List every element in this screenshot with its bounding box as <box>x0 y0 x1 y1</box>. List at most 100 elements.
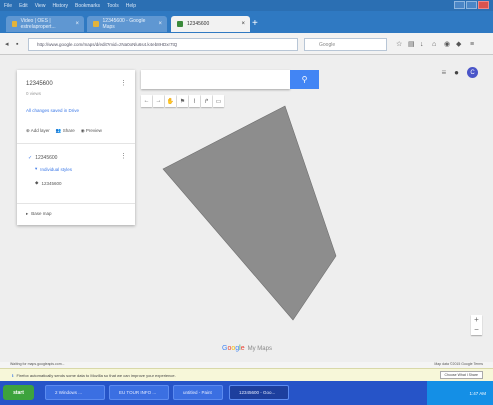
avatar[interactable]: C <box>467 67 478 78</box>
start-label: start <box>13 389 24 396</box>
menu-tools[interactable]: Tools <box>107 3 119 9</box>
menu-help[interactable]: Help <box>126 3 136 9</box>
taskbar-item-windows[interactable]: 2 Windows ... <box>45 385 105 400</box>
map-options-icon[interactable]: ⋮ <box>120 80 127 87</box>
hamburger-menu-icon[interactable]: ≡ <box>470 41 477 48</box>
apps-grid-icon[interactable]: ≡ <box>441 68 446 77</box>
base-map-toggle[interactable]: ▸ Base map <box>26 211 52 217</box>
panel-actions: ⊕ Add layer 👥 Share ◉ Preview <box>26 128 102 134</box>
windows-taskbar: start 2 Windows ... EU TOUR INFO ... unt… <box>0 381 493 405</box>
info-icon: ℹ <box>12 372 14 378</box>
preview-button[interactable]: ◉ Preview <box>81 128 102 134</box>
drawn-polygon[interactable] <box>162 105 337 321</box>
menu-bookmarks[interactable]: Bookmarks <box>75 3 100 9</box>
route-icon[interactable]: ↱ <box>201 95 212 107</box>
menu-bar: File Edit View History Bookmarks Tools H… <box>0 0 493 11</box>
clock[interactable]: 1:47 AM <box>469 391 486 396</box>
notifications-icon[interactable]: ● <box>454 68 459 77</box>
tab-close-icon[interactable]: × <box>241 21 245 27</box>
tab-label: 12345600 - Google Maps <box>102 18 146 30</box>
search-icon: ⚲ <box>301 75 308 84</box>
menu-view[interactable]: View <box>35 3 46 9</box>
add-layer-icon: ⊕ <box>26 128 30 133</box>
tab-bar: Video | OES | estrelapropert... × 123456… <box>0 11 493 33</box>
menu-edit[interactable]: Edit <box>19 3 28 9</box>
share-label: Share <box>62 128 75 133</box>
taskbar-item-label: 2 Windows ... <box>55 390 83 395</box>
feature-label: 12345600 <box>41 180 62 186</box>
marker-icon[interactable]: ⚑ <box>177 95 188 107</box>
map-views: 0 views <box>26 91 42 96</box>
choose-what-i-share-button[interactable]: Choose What I Share <box>439 371 483 379</box>
tab-close-icon[interactable]: × <box>158 21 162 27</box>
maximize-button[interactable] <box>466 1 477 9</box>
layer-options-icon[interactable]: ⋮ <box>120 153 127 160</box>
new-tab-button[interactable]: + <box>252 19 264 30</box>
back-icon[interactable]: ◂ <box>5 41 12 48</box>
layer-name: 12345600 <box>35 155 58 161</box>
taskbar-item-label: untitled - Paint <box>183 390 212 395</box>
base-map-label: Base map <box>31 211 52 216</box>
tab-my-map[interactable]: 12345600 × <box>171 16 250 32</box>
shield-icon[interactable]: ◆ <box>456 41 463 48</box>
url-bar[interactable]: http://www.google.com/maps/d/edit?mid=zN… <box>28 38 298 51</box>
chevron-down-icon: ▸ <box>26 211 29 216</box>
panel-divider <box>17 143 135 144</box>
shape-icon[interactable]: ⌇ <box>189 95 200 107</box>
layer-style-link[interactable]: ▾ Individual styles <box>35 166 72 172</box>
tab-favicon-icon <box>93 21 99 27</box>
map-search-button[interactable]: ⚲ <box>290 70 319 89</box>
taskbar-item-label: EU TOUR INFO ... <box>119 390 157 395</box>
status-text: Waiting for maps.googleapis.com... <box>10 362 65 366</box>
identity-icon[interactable]: ▪ <box>16 41 23 48</box>
browser-search-input[interactable]: Google <box>304 38 387 51</box>
menu-history[interactable]: History <box>52 3 68 9</box>
share-icon: 👥 <box>55 128 62 133</box>
map-attribution[interactable]: Map data ©2015 Google Terms <box>434 362 483 366</box>
choose-button-label: Choose What I Share <box>444 373 478 377</box>
browser-window: File Edit View History Bookmarks Tools H… <box>0 0 493 405</box>
layer-feature-item[interactable]: ◆ 12345600 <box>35 180 62 186</box>
minimize-button[interactable] <box>454 1 465 9</box>
ruler-icon[interactable]: ▭ <box>213 95 224 107</box>
start-button[interactable]: start <box>3 385 34 400</box>
save-status: All changes saved in Drive <box>26 108 80 113</box>
map-canvas[interactable]: 12345600 ⋮ 0 views All changes saved in … <box>0 55 493 368</box>
home-icon[interactable]: ⌂ <box>432 41 439 48</box>
tab-close-icon[interactable]: × <box>75 21 79 27</box>
preview-label: Preview <box>85 128 102 133</box>
window-controls <box>454 1 489 9</box>
bookmark-star-icon[interactable]: ☆ <box>396 41 403 48</box>
taskbar-item-label: 12345600 - Goo... <box>239 390 276 395</box>
download-icon[interactable]: ↓ <box>420 41 427 48</box>
tab-google-maps[interactable]: 12345600 - Google Maps × <box>87 16 167 32</box>
taskbar-item-firefox[interactable]: 12345600 - Goo... <box>229 385 289 400</box>
add-layer-button[interactable]: ⊕ Add layer <box>26 128 50 134</box>
tab-favicon-icon <box>177 21 183 27</box>
map-search-input[interactable] <box>141 70 290 89</box>
taskbar-item-paint[interactable]: untitled - Paint <box>173 385 223 400</box>
polygon-feature-icon: ◆ <box>35 180 39 185</box>
panel-divider <box>17 203 135 204</box>
zoom-in-button[interactable]: + <box>471 315 482 325</box>
avatar-letter: C <box>470 69 475 76</box>
system-tray: 1:47 AM <box>427 381 493 405</box>
logo-letter: e <box>240 345 245 352</box>
map-title[interactable]: 12345600 <box>26 81 53 87</box>
extension-icon[interactable]: ◉ <box>444 41 451 48</box>
taskbar-item-tour[interactable]: EU TOUR INFO ... <box>109 385 169 400</box>
share-button[interactable]: 👥 Share <box>56 128 75 134</box>
layer-header[interactable]: ✓ 12345600 <box>28 155 57 161</box>
close-button[interactable] <box>478 1 489 9</box>
redo-icon[interactable]: → <box>153 95 164 107</box>
layer-checkbox-icon[interactable]: ✓ <box>28 155 32 161</box>
menu-file[interactable]: File <box>4 3 12 9</box>
zoom-out-button[interactable]: − <box>471 325 482 335</box>
hand-icon[interactable]: ✋ <box>165 95 176 107</box>
undo-icon[interactable]: ← <box>141 95 152 107</box>
tab-video[interactable]: Video | OES | estrelapropert... × <box>6 16 84 32</box>
drawing-toolbar: ← → ✋ ⚑ ⌇ ↱ ▭ <box>141 95 224 108</box>
preview-icon: ◉ <box>80 128 85 133</box>
reading-list-icon[interactable]: ▤ <box>408 41 415 48</box>
paint-roller-icon: ▾ <box>35 166 38 171</box>
